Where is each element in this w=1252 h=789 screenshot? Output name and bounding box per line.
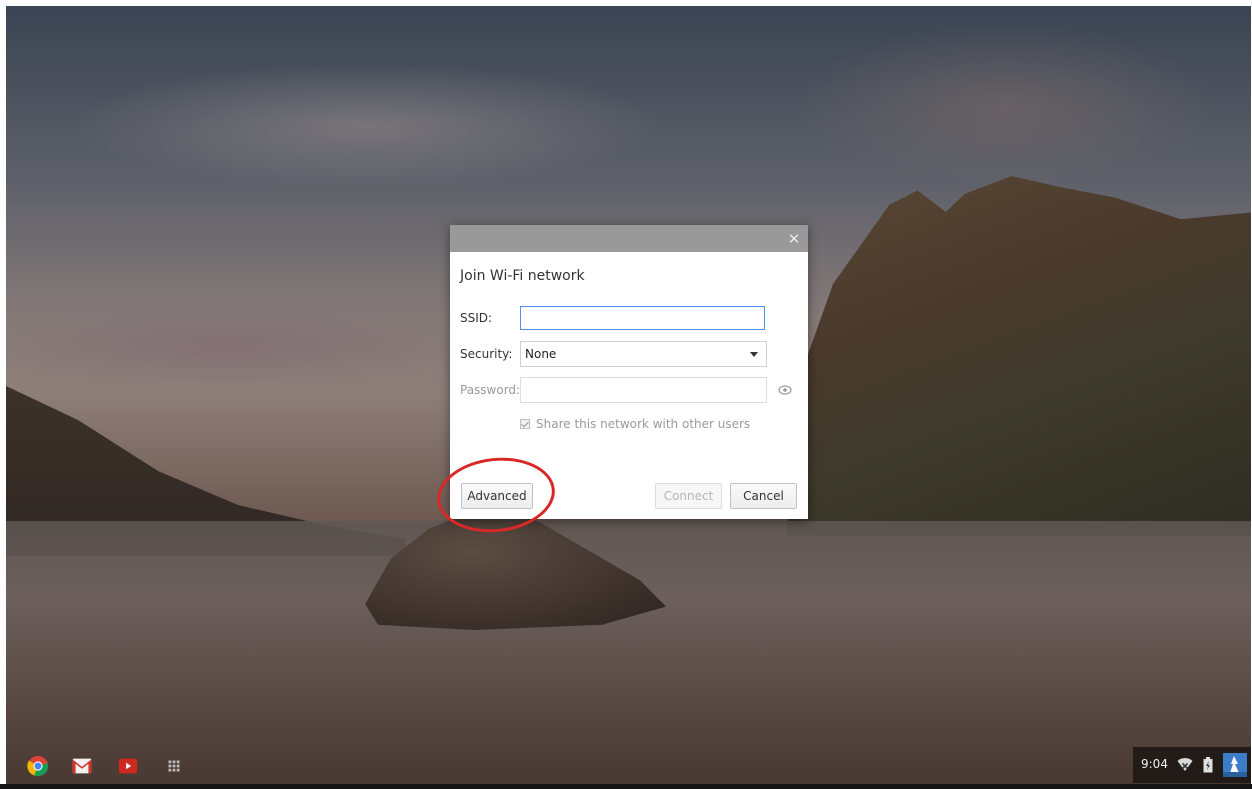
share-network-checkbox[interactable]	[520, 419, 530, 429]
password-label: Password:	[460, 383, 521, 397]
clock-time: 9:04	[1141, 757, 1168, 771]
close-button[interactable]: ✕	[784, 229, 804, 249]
show-password-eye-icon[interactable]	[778, 384, 792, 396]
wallpaper-water	[6, 521, 1251, 784]
user-avatar-icon[interactable]	[1223, 753, 1247, 777]
dialog-title: Join Wi-Fi network	[460, 268, 585, 284]
share-network-label: Share this network with other users	[536, 417, 751, 431]
security-select[interactable]: None	[520, 341, 767, 367]
chevron-down-icon	[750, 352, 758, 357]
battery-icon	[1203, 757, 1213, 773]
status-tray[interactable]: 9:04	[1133, 747, 1251, 783]
cancel-button[interactable]: Cancel	[730, 483, 797, 509]
youtube-icon[interactable]	[116, 755, 140, 777]
password-input[interactable]	[520, 377, 767, 403]
ssid-label: SSID:	[460, 311, 493, 325]
network-icon	[1177, 758, 1193, 771]
chrome-icon[interactable]	[26, 755, 50, 777]
security-selected-value: None	[525, 347, 557, 361]
close-icon: ✕	[787, 230, 801, 248]
dialog-titlebar: ✕	[450, 225, 808, 252]
connect-button[interactable]: Connect	[655, 483, 722, 509]
ssid-input[interactable]	[520, 306, 765, 330]
security-label: Security:	[460, 347, 513, 361]
shelf	[6, 746, 1251, 784]
gmail-icon[interactable]	[70, 755, 94, 777]
app-launcher-icon[interactable]	[162, 755, 186, 777]
wallpaper-mountain-right	[786, 176, 1251, 536]
bottom-border	[0, 784, 1252, 789]
